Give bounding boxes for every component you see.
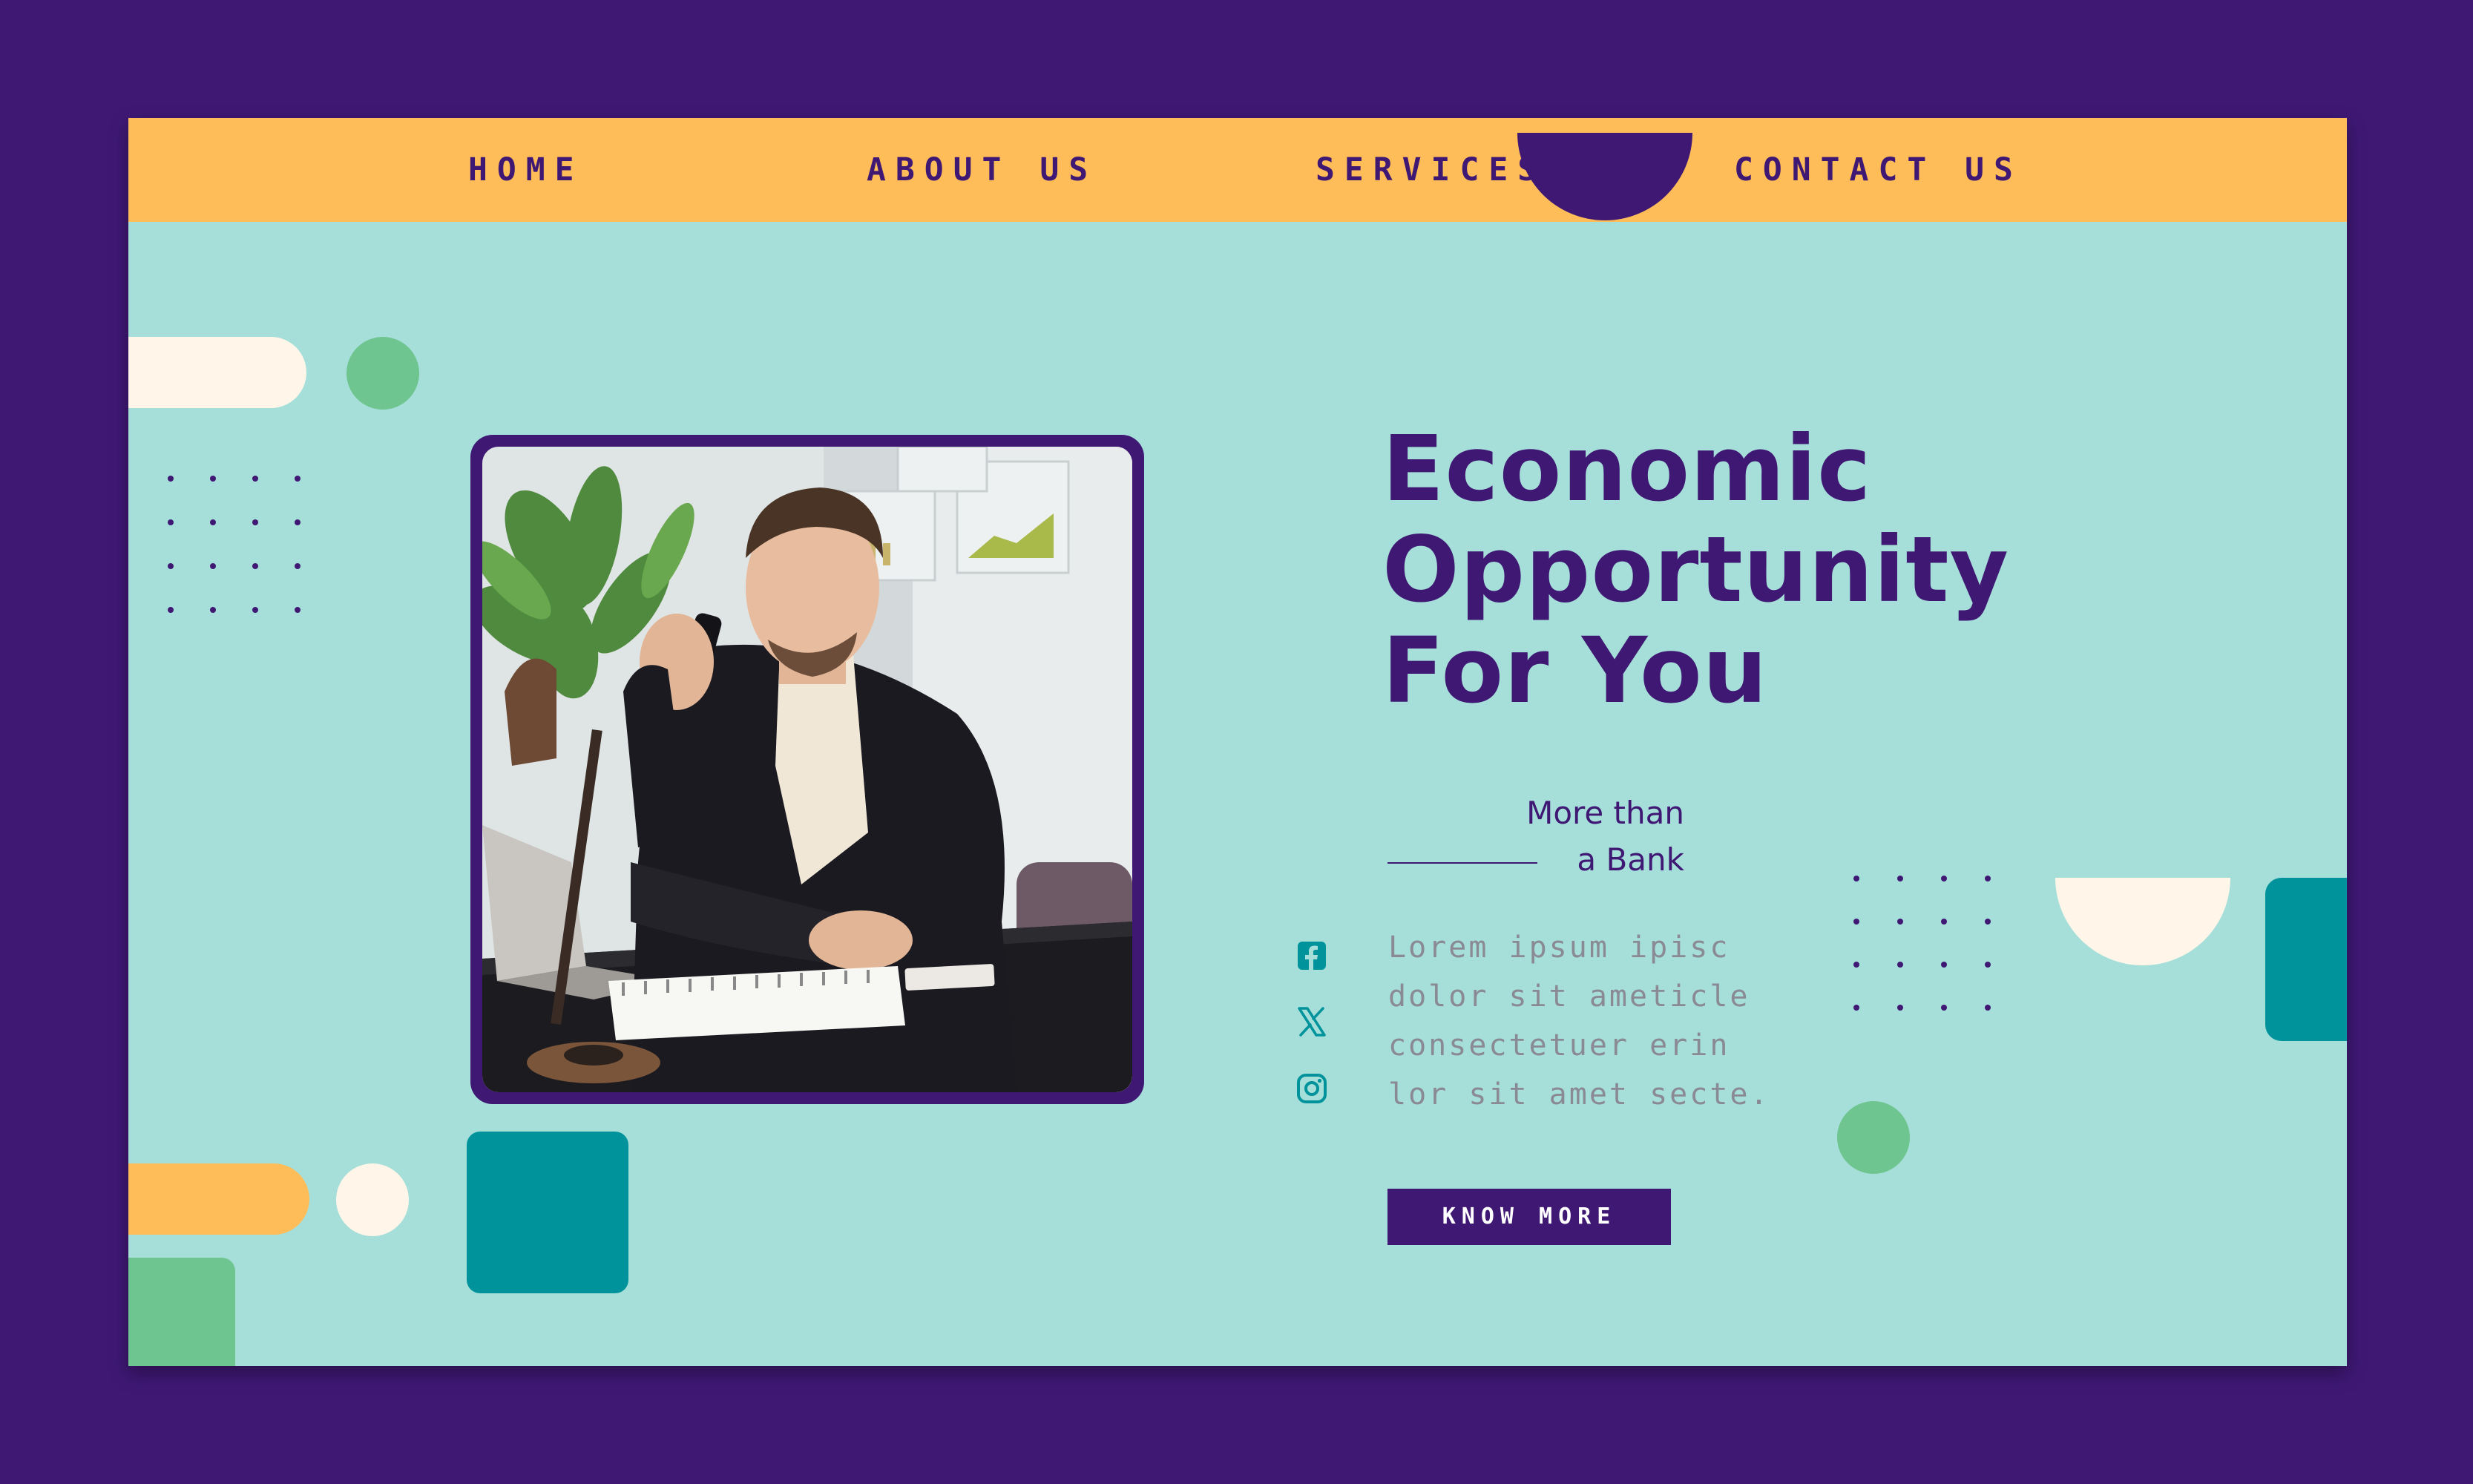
cream-pill-shape-top (128, 337, 306, 408)
hero-photo-frame (470, 435, 1144, 1104)
teal-rounded-block-shape (2265, 878, 2347, 1041)
know-more-button[interactable]: KNOW MORE (1387, 1189, 1671, 1245)
description-line-3: consectetuer erin (1388, 1028, 1730, 1063)
tagline-line-1: More than (1526, 795, 1684, 831)
hero-description: Lorem ipsum ipisc dolor sit ameticle con… (1388, 923, 1804, 1119)
tagline-divider (1387, 862, 1537, 864)
hero-headline: Economic Opportunity For You (1382, 418, 2124, 721)
dot-grid-left (163, 471, 312, 620)
nav-services-link[interactable]: SERVICES (1316, 118, 1546, 222)
nav-about-us-link[interactable]: ABOUT US (867, 118, 1097, 222)
landing-card: HOME ABOUT US SERVICES CONTACT US Econom… (128, 118, 2347, 1366)
teal-rounded-square-shape (467, 1132, 628, 1293)
nav-home-link[interactable]: HOME (468, 118, 584, 222)
headline-line-3: For You (1382, 618, 1768, 723)
facebook-icon[interactable] (1295, 939, 1328, 972)
cream-dot-shape-bottom (336, 1163, 409, 1236)
description-line-1: Lorem ipsum ipisc (1388, 930, 1730, 965)
tagline-line-2: a Bank (1577, 841, 1684, 878)
description-line-2: dolor sit ameticle (1388, 979, 1750, 1014)
green-dot-shape-top (347, 337, 419, 410)
x-twitter-icon[interactable] (1295, 1005, 1328, 1038)
cream-half-circle-shape (2055, 878, 2230, 965)
green-rounded-square-shape (128, 1258, 235, 1366)
hero-photo (482, 447, 1132, 1092)
description-line-4: lor sit amet secte. (1388, 1077, 1770, 1112)
top-navigation: HOME ABOUT US SERVICES CONTACT US (128, 118, 2347, 222)
nav-contact-us-link[interactable]: CONTACT US (1734, 118, 2023, 222)
yellow-pill-shape-bottom (128, 1163, 309, 1235)
instagram-icon[interactable] (1295, 1072, 1328, 1105)
headline-line-2: Opportunity (1382, 517, 2010, 623)
headline-line-1: Economic (1382, 416, 1872, 522)
green-dot-shape-right (1837, 1101, 1910, 1174)
dot-grid-right (1849, 871, 1997, 1020)
